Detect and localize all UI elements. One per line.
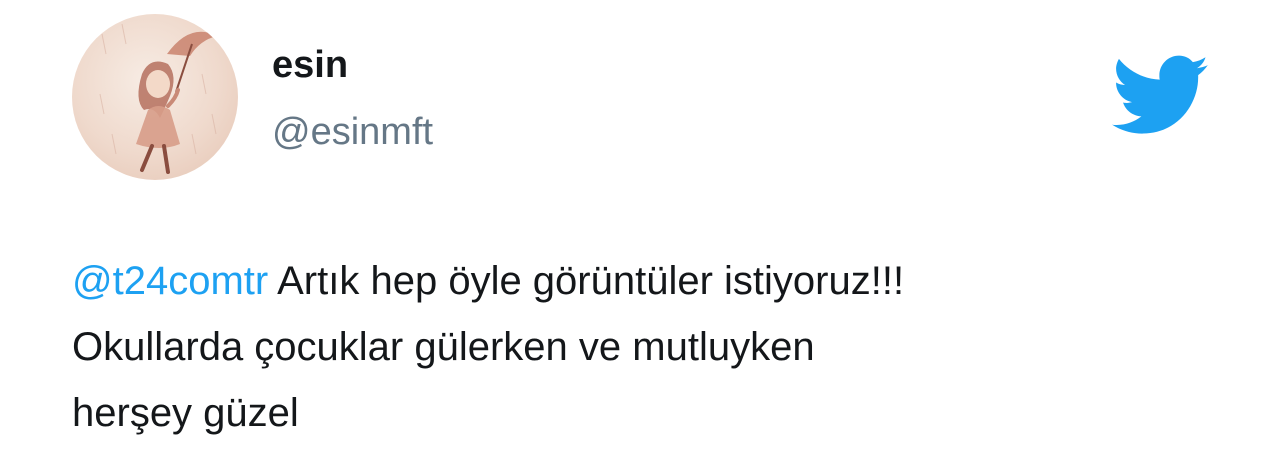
mention-link[interactable]: @t24comtr bbox=[72, 259, 268, 303]
tweet-line-3: herşey güzel bbox=[72, 391, 299, 435]
avatar-girl-with-umbrella-icon bbox=[99, 23, 217, 174]
tweet-card: esin @esinmft @t24comtr Artık hep öyle g… bbox=[0, 0, 1280, 473]
tweet-line-1-text: Artık hep öyle görüntüler istiyoruz!!! bbox=[268, 259, 905, 303]
twitter-bird-icon[interactable] bbox=[1112, 55, 1210, 137]
tweet-line-1: @t24comtr Artık hep öyle görüntüler isti… bbox=[72, 248, 1232, 314]
author-avatar[interactable] bbox=[72, 14, 238, 180]
tweet-text: @t24comtr Artık hep öyle görüntüler isti… bbox=[72, 248, 1232, 446]
tweet-line-2: Okullarda çocuklar gülerken ve mutluyken bbox=[72, 325, 815, 369]
author-display-name[interactable]: esin bbox=[272, 46, 348, 84]
author-handle[interactable]: @esinmft bbox=[272, 113, 433, 151]
